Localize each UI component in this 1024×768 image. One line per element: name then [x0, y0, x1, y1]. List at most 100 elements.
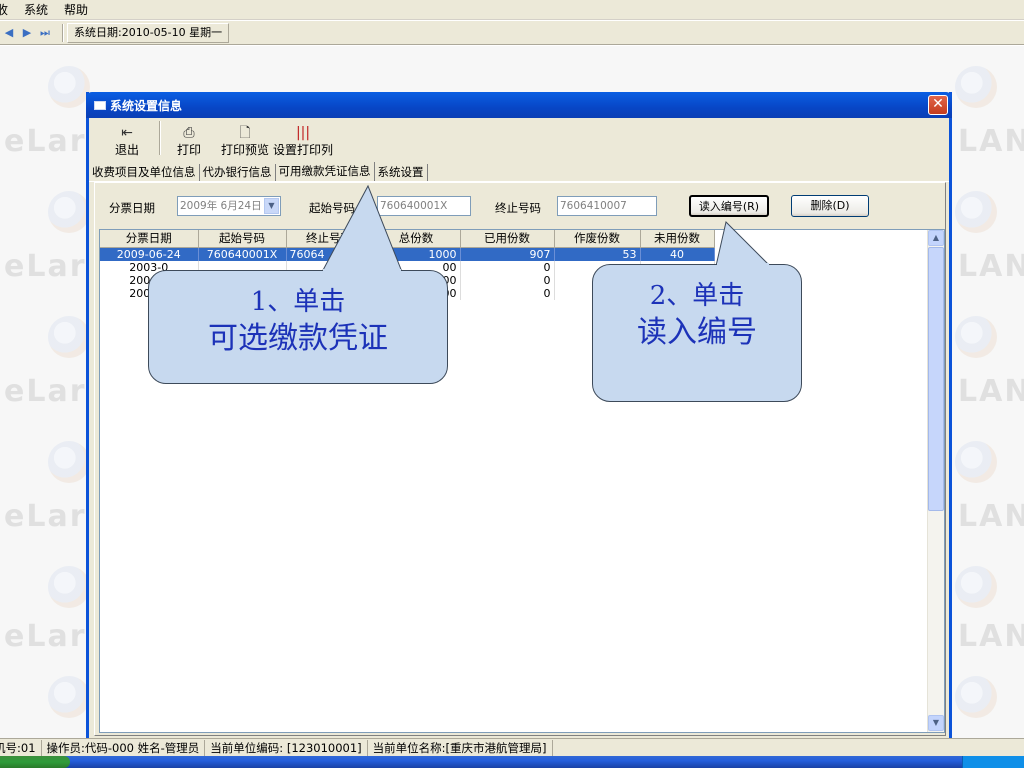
- print-columns-button[interactable]: ||| 设置打印列: [267, 125, 339, 158]
- columns-icon: |||: [295, 125, 311, 141]
- callout-two-joint: [717, 263, 769, 266]
- watermark-logo-icon: [48, 316, 90, 358]
- menu-item-help[interactable]: 帮助: [56, 0, 96, 20]
- next-icon[interactable]: ▶: [18, 26, 36, 39]
- cell-used: 0: [460, 286, 555, 300]
- tab-system-settings[interactable]: 系统设置: [375, 164, 428, 181]
- operator-info: 操作员:代码-000 姓名-管理员: [42, 739, 206, 756]
- watermark-logo-icon: [955, 191, 997, 233]
- close-button[interactable]: ✕: [928, 95, 948, 115]
- filter-row: 分票日期 2009年 6月24日 ▼ 起始号码 760640001X 终止号码 …: [95, 183, 945, 227]
- tab-fee-items[interactable]: 收费项目及单位信息: [89, 164, 200, 181]
- exit-button[interactable]: ⇤ 退出: [109, 125, 145, 158]
- dialog-titlebar[interactable]: 系统设置信息 ✕: [86, 92, 952, 118]
- scroll-down-icon[interactable]: ▼: [928, 715, 944, 731]
- cell-date: 2009-06-24: [100, 247, 199, 261]
- cell-used: 0: [460, 260, 555, 274]
- column-header[interactable]: 未用份数: [640, 230, 715, 248]
- column-header[interactable]: 作废份数: [554, 230, 641, 248]
- exit-label: 退出: [115, 143, 140, 157]
- menu-item-receive[interactable]: 收: [0, 0, 16, 20]
- column-header[interactable]: 终止号码: [286, 230, 373, 248]
- watermark-logo-icon: [48, 441, 90, 483]
- callout-one-line1: 1、单击: [250, 287, 346, 317]
- table-row[interactable]: 2009-06-24 760640001X 76064 1000 907 53 …: [100, 247, 715, 261]
- last-icon[interactable]: ⏭: [36, 26, 54, 40]
- delete-button[interactable]: 删除(D): [791, 195, 869, 217]
- watermark-logo-icon: [955, 566, 997, 608]
- watermark-logo-icon: [955, 676, 997, 718]
- column-header[interactable]: 已用份数: [460, 230, 555, 248]
- end-number-field[interactable]: 7606410007: [557, 196, 657, 216]
- cell-end: 76064: [286, 247, 373, 261]
- watermark-text-right: LANE: [958, 619, 1024, 654]
- watermark-text-right: LANE: [958, 249, 1024, 284]
- toolbar-divider: [62, 23, 63, 42]
- cell-used: 0: [460, 273, 555, 287]
- callout-one-line2: 可选缴款凭证: [208, 321, 388, 356]
- watermark-text-right: LANE: [958, 374, 1024, 409]
- watermark-text-left: eLar: [4, 499, 87, 534]
- status-bar: 机号:01 操作员:代码-000 姓名-管理员 当前单位编码: [1230100…: [0, 738, 1024, 756]
- watermark-text-left: eLar: [4, 619, 87, 654]
- start-button[interactable]: [0, 756, 70, 768]
- vertical-scrollbar[interactable]: ▲ ▼: [927, 230, 944, 732]
- watermark-text-left: eLar: [4, 124, 87, 159]
- system-tray: [962, 756, 1024, 768]
- callout-two-line1: 2、单击: [649, 281, 745, 311]
- watermark-text-right: LANE: [958, 124, 1024, 159]
- taskbar: [0, 756, 1024, 768]
- read-number-button[interactable]: 读入编号(R): [689, 195, 769, 217]
- watermark-logo-icon: [955, 316, 997, 358]
- tab-strip: 收费项目及单位信息 代办银行信息 可用缴款凭证信息 系统设置: [89, 162, 949, 182]
- system-date-panel: 系统日期:2010-05-10 星期一: [67, 22, 230, 43]
- column-header[interactable]: 分票日期: [100, 230, 199, 248]
- column-header[interactable]: 总份数: [372, 230, 461, 248]
- system-settings-dialog: 系统设置信息 ✕ ⇤ 退出 ⎙ 打印 🗋 打印预览 ||| 设置打印列 收费项目…: [86, 92, 952, 742]
- start-number-field[interactable]: 760640001X: [377, 196, 471, 216]
- watermark-text-right: LANE: [958, 499, 1024, 534]
- callout-two-line2: 读入编号: [637, 315, 757, 350]
- date-label: 分票日期: [109, 201, 155, 215]
- print-label: 打印: [177, 143, 202, 157]
- watermark-logo-icon: [48, 66, 90, 108]
- watermark-logo-icon: [955, 66, 997, 108]
- unit-name: 当前单位名称:[重庆市港航管理局]: [368, 739, 553, 756]
- tab-banks[interactable]: 代办银行信息: [200, 164, 276, 181]
- callout-step-one: 1、单击 可选缴款凭证: [148, 270, 448, 384]
- print-preview-label: 打印预览: [221, 143, 270, 157]
- print-button[interactable]: ⎙ 打印: [171, 125, 207, 158]
- print-preview-button[interactable]: 🗋 打印预览: [215, 125, 275, 158]
- dialog-title: 系统设置信息: [110, 98, 183, 113]
- column-header[interactable]: 起始号码: [198, 230, 287, 248]
- toolbar-divider: [159, 121, 162, 155]
- watermark-logo-icon: [955, 441, 997, 483]
- date-picker[interactable]: 2009年 6月24日 ▼: [177, 196, 281, 216]
- cell-used: 907: [460, 247, 555, 261]
- scrollbar-thumb[interactable]: [928, 247, 944, 511]
- prev-icon[interactable]: ◀: [0, 26, 18, 39]
- cell-unused: 40: [640, 247, 715, 261]
- tab-available-vouchers[interactable]: 可用缴款凭证信息: [275, 162, 375, 181]
- dialog-toolbar: ⇤ 退出 ⎙ 打印 🗋 打印预览 ||| 设置打印列: [89, 118, 949, 158]
- cell-start: 760640001X: [198, 247, 287, 261]
- watermark-logo-icon: [48, 191, 90, 233]
- watermark-logo-icon: [48, 676, 90, 718]
- end-number-label: 终止号码: [495, 201, 541, 215]
- callout-one-joint: [323, 269, 401, 272]
- start-number-label: 起始号码: [309, 201, 355, 215]
- unit-code: 当前单位编码: [123010001]: [205, 739, 368, 756]
- window-icon: [94, 100, 106, 110]
- menu-bar: 收 系统 帮助: [0, 0, 1024, 20]
- watermark-text-left: eLar: [4, 249, 87, 284]
- watermark-text-left: eLar: [4, 374, 87, 409]
- station-number: 机号:01: [0, 739, 42, 756]
- chevron-down-icon[interactable]: ▼: [264, 198, 279, 214]
- date-value: 2009年 6月24日: [180, 200, 262, 212]
- table-header: 分票日期 起始号码 终止号码 总份数 已用份数 作废份数 未用份数: [100, 230, 715, 248]
- scroll-up-icon[interactable]: ▲: [928, 230, 944, 246]
- preview-icon: 🗋: [239, 125, 251, 141]
- print-columns-label: 设置打印列: [273, 143, 334, 157]
- exit-icon: ⇤: [121, 125, 133, 141]
- menu-item-system[interactable]: 系统: [16, 0, 56, 20]
